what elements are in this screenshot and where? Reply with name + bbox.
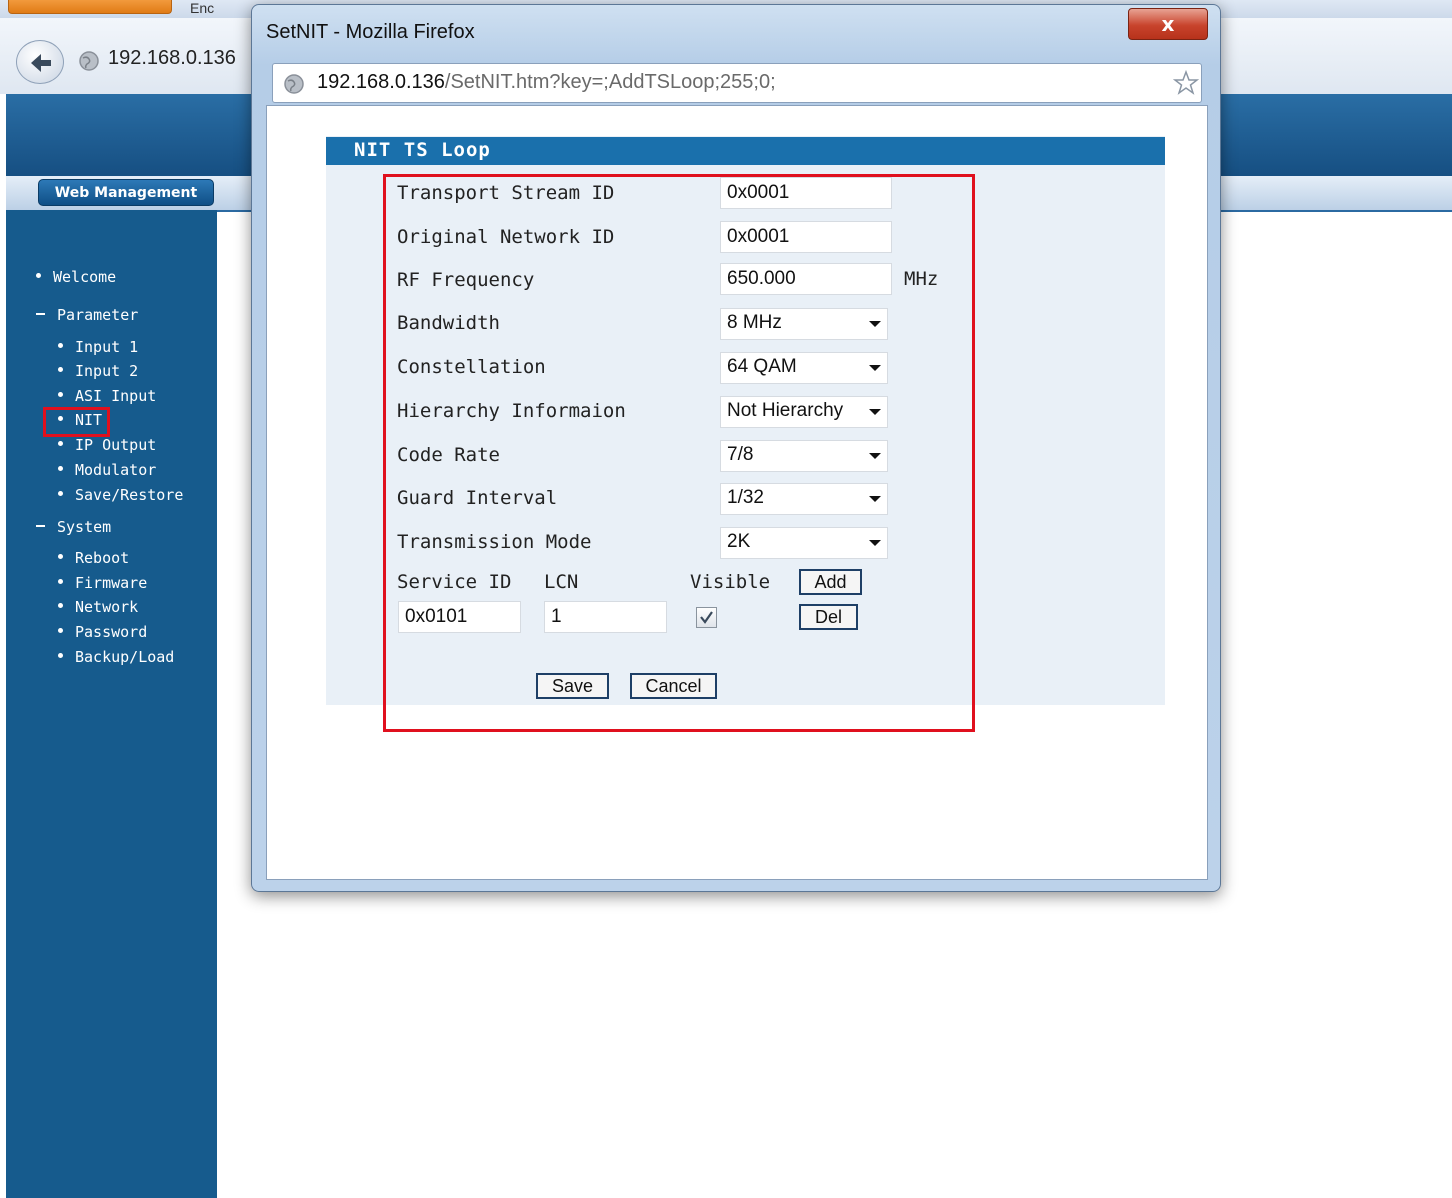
sidebar-item-label: Input 2 [75,362,139,380]
sidebar-item-network[interactable]: Network [58,598,138,616]
sidebar-group-label: System [57,518,112,536]
site-globe-icon [284,74,304,94]
popup-address-bar[interactable]: 192.168.0.136/SetNIT.htm?key=;AddTSLoop;… [272,63,1202,103]
browser-tab-label[interactable]: Enc [190,0,214,16]
sidebar-item-label: Backup/Load [75,648,175,666]
sidebar-item-save-restore[interactable]: Save/Restore [58,486,183,504]
bullet-icon [58,466,63,471]
bullet-icon [58,628,63,633]
back-arrow-icon [31,54,51,72]
popup-title: SetNIT - Mozilla Firefox [266,21,475,43]
bullet-icon [58,554,63,559]
url-path: /SetNIT.htm?key=;AddTSLoop;255;0; [444,71,776,93]
sidebar-group-label: Parameter [57,306,139,324]
web-management-button[interactable]: Web Management [38,179,214,206]
sidebar-item-reboot[interactable]: Reboot [58,549,129,567]
collapse-icon [36,312,45,315]
sidebar-item-label: ASI Input [75,387,157,405]
form-highlight-box [383,174,975,732]
close-button[interactable]: x [1128,8,1208,40]
sidebar-item-label: Network [75,598,139,616]
sidebar-group-parameter[interactable]: Parameter [36,306,138,324]
sidebar-item-label: IP Output [75,436,157,454]
site-globe-icon [79,51,99,71]
popup-url[interactable]: 192.168.0.136/SetNIT.htm?key=;AddTSLoop;… [317,71,776,94]
sidebar-item-firmware[interactable]: Firmware [58,574,147,592]
sidebar [6,210,217,1198]
close-icon: x [1161,12,1175,36]
bookmark-star-icon[interactable] [1173,70,1199,96]
bullet-icon [58,343,63,348]
sidebar-item-asi-input[interactable]: ASI Input [58,387,156,405]
sidebar-item-label: Reboot [75,549,130,567]
bullet-icon [58,653,63,658]
sidebar-item-label: Password [75,623,148,641]
sidebar-item-input-1[interactable]: Input 1 [58,338,138,356]
sidebar-item-label: Input 1 [75,338,139,356]
bullet-icon [36,273,41,278]
form-title: NIT TS Loop [354,139,491,161]
sidebar-item-label: Welcome [53,268,117,286]
sidebar-item-ip-output[interactable]: IP Output [58,436,156,454]
sidebar-item-label: Modulator [75,461,157,479]
sidebar-item-backup-load[interactable]: Backup/Load [58,648,174,666]
sidebar-item-input-2[interactable]: Input 2 [58,362,138,380]
sidebar-group-system[interactable]: System [36,518,111,536]
bullet-icon [58,441,63,446]
nit-highlight-box [43,407,110,437]
sidebar-item-welcome[interactable]: Welcome [36,268,116,286]
sidebar-item-password[interactable]: Password [58,623,147,641]
bullet-icon [58,367,63,372]
sidebar-item-label: Firmware [75,574,148,592]
collapse-icon [36,524,45,527]
form-header: NIT TS Loop [326,137,1165,165]
sidebar-item-label: Save/Restore [75,486,184,504]
back-button[interactable] [16,40,64,84]
bullet-icon [58,579,63,584]
bullet-icon [58,392,63,397]
bullet-icon [58,491,63,496]
address-bar-url[interactable]: 192.168.0.136 [108,47,236,70]
sidebar-item-modulator[interactable]: Modulator [58,461,156,479]
browser-tab-active[interactable] [8,0,172,14]
bullet-icon [58,603,63,608]
url-host: 192.168.0.136 [317,71,445,93]
